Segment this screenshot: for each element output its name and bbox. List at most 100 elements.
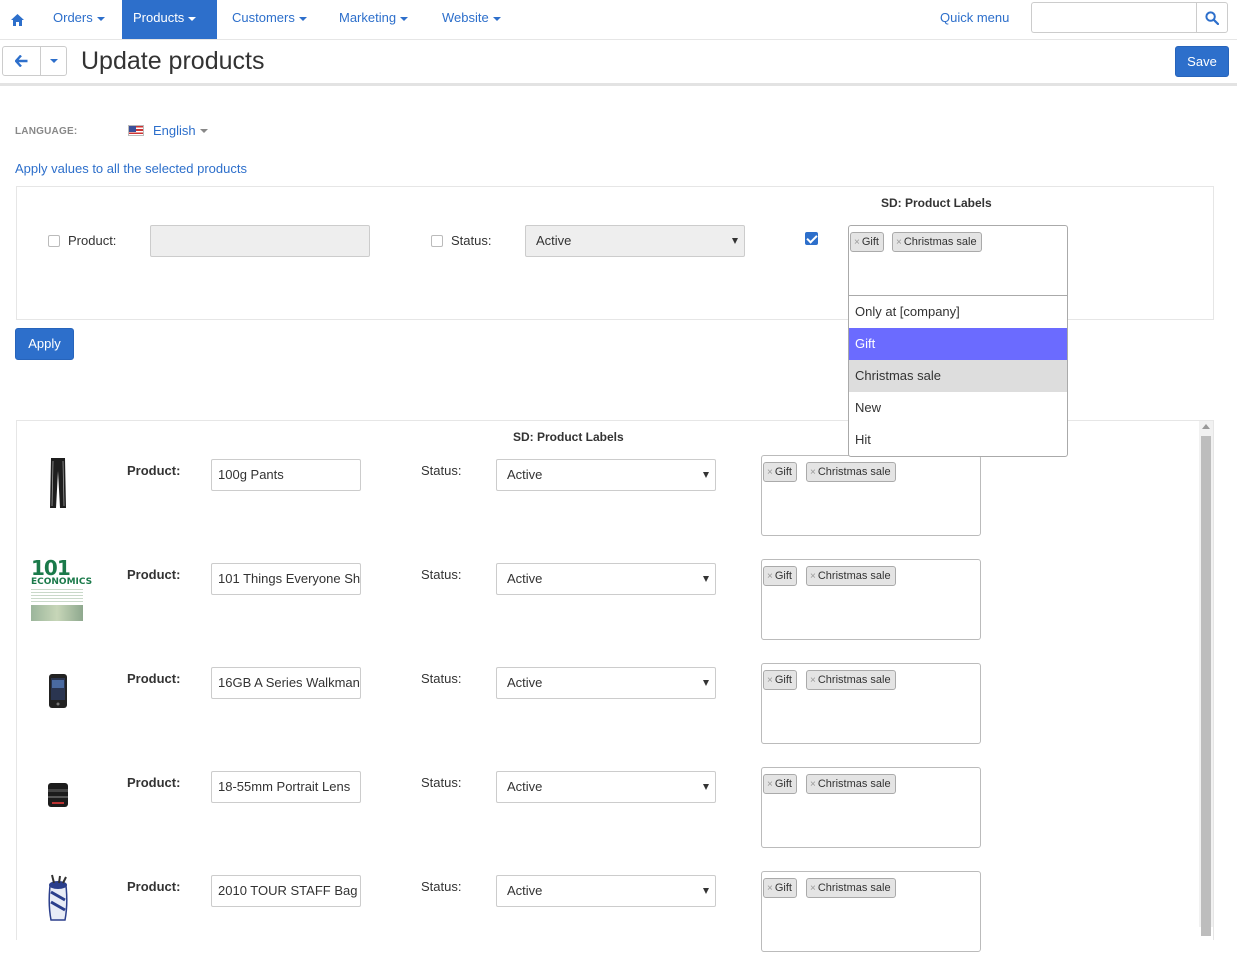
nav-products-label: Products <box>133 10 185 25</box>
status-select[interactable]: Active <box>496 459 716 491</box>
scroll-up-arrow-icon[interactable] <box>1202 424 1210 429</box>
labels-multiselect[interactable]: × Gift × Christmas sale <box>848 225 1068 296</box>
search-button[interactable] <box>1196 2 1228 33</box>
nav-website[interactable]: Website <box>431 0 512 39</box>
remove-tag-icon[interactable]: × <box>896 237 902 248</box>
dropdown-option-new[interactable]: New <box>849 392 1067 424</box>
nav-orders[interactable]: Orders <box>42 0 116 39</box>
product-image <box>29 869 87 929</box>
tag-christmas-sale[interactable]: × Christmas sale <box>806 462 896 482</box>
tag-christmas-sale-label: Christmas sale <box>817 674 891 686</box>
labels-multiselect[interactable]: × Gift × Christmas sale <box>761 871 981 952</box>
tag-christmas-sale[interactable]: × Christmas sale <box>892 232 982 252</box>
nav-orders-label: Orders <box>53 10 93 25</box>
remove-tag-icon[interactable]: × <box>767 467 773 478</box>
chevron-down-icon <box>400 16 409 21</box>
product-checkbox[interactable] <box>48 235 60 247</box>
remove-tag-icon[interactable]: × <box>767 571 773 582</box>
tag-gift[interactable]: × Gift <box>763 462 797 482</box>
quick-menu-link[interactable]: Quick menu <box>940 0 1009 36</box>
status-select[interactable]: Active <box>525 225 745 257</box>
language-selector[interactable]: English <box>128 123 208 138</box>
status-checkbox[interactable] <box>431 235 443 247</box>
remove-tag-icon[interactable]: × <box>854 237 860 248</box>
status-select-value: Active <box>507 571 543 586</box>
tag-gift[interactable]: × Gift <box>763 670 797 690</box>
product-row: Product: 16GB A Series Walkman Video MP3… <box>17 661 1217 765</box>
remove-tag-icon[interactable]: × <box>767 779 773 790</box>
book-cover-subtitle: ECONOMICS <box>31 577 93 587</box>
tag-christmas-sale[interactable]: × Christmas sale <box>806 878 896 898</box>
product-name-input[interactable]: 18-55mm Portrait Lens <box>211 771 361 803</box>
scrollbar-thumb[interactable] <box>1201 436 1211 936</box>
title-bar: Update products Save <box>0 40 1237 86</box>
product-label: Product: <box>127 671 181 686</box>
product-row: 101 ECONOMICS Product: 101 Things Everyo… <box>17 557 1217 661</box>
product-image <box>29 765 87 825</box>
home-icon[interactable] <box>0 0 34 39</box>
tag-christmas-sale[interactable]: × Christmas sale <box>806 670 896 690</box>
status-select[interactable]: Active <box>496 563 716 595</box>
labels-multiselect[interactable]: × Gift × Christmas sale <box>761 663 981 744</box>
tag-gift[interactable]: × Gift <box>850 232 884 252</box>
chevron-down-icon <box>703 680 709 686</box>
remove-tag-icon[interactable]: × <box>810 571 816 582</box>
status-select[interactable]: Active <box>496 667 716 699</box>
labels-column-header: SD: Product Labels <box>881 196 992 210</box>
chevron-down-icon <box>492 16 501 21</box>
product-name-input[interactable]: 101 Things Everyone Should Know About Ec… <box>211 563 361 595</box>
nav-products[interactable]: Products <box>122 0 217 39</box>
chevron-down-icon <box>703 576 709 582</box>
remove-tag-icon[interactable]: × <box>810 779 816 790</box>
tag-gift[interactable]: × Gift <box>763 774 797 794</box>
dropdown-option-christmas-sale[interactable]: Christmas sale <box>849 360 1067 392</box>
back-button[interactable] <box>2 46 41 76</box>
list-scrollbar[interactable] <box>1199 421 1213 936</box>
dropdown-option-gift[interactable]: Gift <box>849 328 1067 360</box>
remove-tag-icon[interactable]: × <box>810 675 816 686</box>
tag-christmas-sale[interactable]: × Christmas sale <box>806 774 896 794</box>
nav-customers-label: Customers <box>232 10 295 25</box>
search-icon <box>1205 10 1219 25</box>
tag-gift-label: Gift <box>774 674 792 686</box>
save-button[interactable]: Save <box>1175 46 1229 77</box>
labels-checkbox[interactable] <box>805 232 818 245</box>
status-select[interactable]: Active <box>496 875 716 907</box>
product-name-input[interactable]: 16GB A Series Walkman Video MP3 <box>211 667 361 699</box>
status-select[interactable]: Active <box>496 771 716 803</box>
pants-image-icon <box>50 458 66 508</box>
chevron-down-icon <box>49 59 58 63</box>
dropdown-option-only-at-company[interactable]: Only at [company] <box>849 296 1067 328</box>
dropdown-option-hit[interactable]: Hit <box>849 424 1067 456</box>
tag-gift[interactable]: × Gift <box>763 566 797 586</box>
apply-values-link[interactable]: Apply values to all the selected product… <box>15 161 247 176</box>
search-input[interactable] <box>1031 2 1197 33</box>
nav-marketing[interactable]: Marketing <box>328 0 419 39</box>
back-dropdown-button[interactable] <box>40 46 67 76</box>
chevron-down-icon <box>188 16 197 21</box>
nav-customers[interactable]: Customers <box>221 0 318 39</box>
apply-button[interactable]: Apply <box>15 328 74 360</box>
remove-tag-icon[interactable]: × <box>810 883 816 894</box>
status-select-value: Active <box>536 233 572 248</box>
tag-gift[interactable]: × Gift <box>763 878 797 898</box>
tag-christmas-sale[interactable]: × Christmas sale <box>806 566 896 586</box>
product-image <box>29 661 87 721</box>
status-label: Status: <box>421 671 462 686</box>
remove-tag-icon[interactable]: × <box>810 467 816 478</box>
labels-multiselect[interactable]: × Gift × Christmas sale <box>761 455 981 536</box>
product-name-field[interactable] <box>150 225 370 257</box>
status-select-value: Active <box>507 779 543 794</box>
product-name-input[interactable]: 100g Pants <box>211 459 361 491</box>
tag-christmas-sale-label: Christmas sale <box>817 778 891 790</box>
labels-multiselect[interactable]: × Gift × Christmas sale <box>761 559 981 640</box>
product-image <box>29 453 87 513</box>
remove-tag-icon[interactable]: × <box>767 883 773 894</box>
chevron-down-icon <box>96 16 105 21</box>
nav-marketing-label: Marketing <box>339 10 397 25</box>
remove-tag-icon[interactable]: × <box>767 675 773 686</box>
product-name-input[interactable]: 2010 TOUR STAFF Bag <box>211 875 361 907</box>
labels-multiselect[interactable]: × Gift × Christmas sale <box>761 767 981 848</box>
arrow-left-icon <box>15 55 28 67</box>
walkman-image-icon <box>49 674 67 708</box>
